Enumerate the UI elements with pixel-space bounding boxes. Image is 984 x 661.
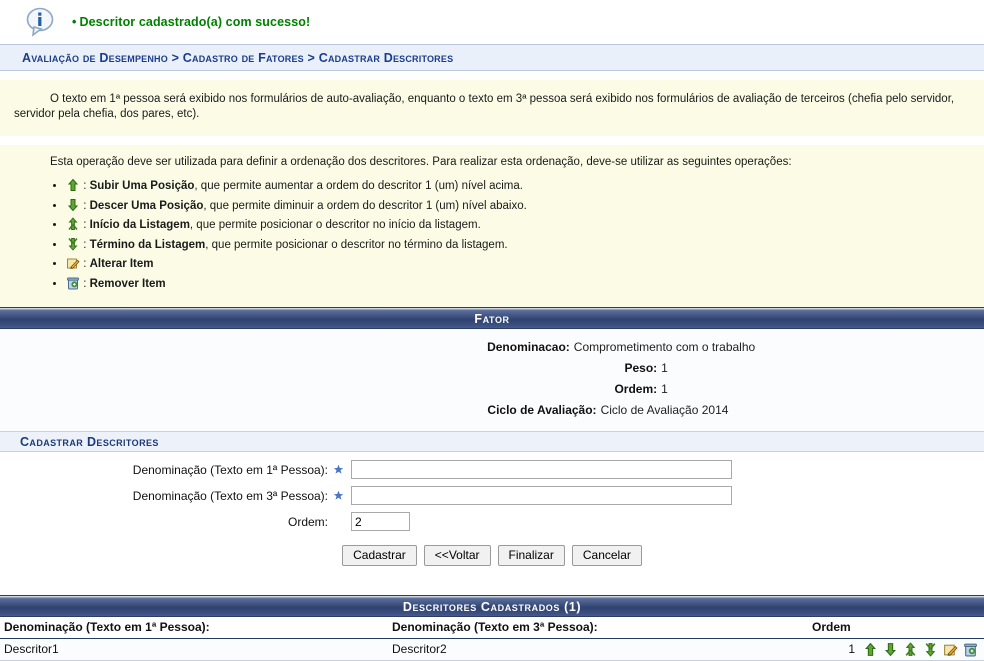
arrow-up-icon	[66, 178, 80, 192]
section-gap	[0, 581, 984, 595]
legend-desc-3: , que permite posicionar o descritor no …	[189, 219, 481, 231]
legend-item-remover: : Remover Item	[66, 276, 970, 292]
listing-panel-title: Descritores Cadastrados (1)	[0, 595, 984, 617]
legend-item-termino: : Término da Listagem, que permite posic…	[66, 237, 970, 253]
legend-name-2: Descer Uma Posição	[89, 199, 204, 212]
info-note-ordering: Esta operação deve ser utilizada para de…	[0, 145, 984, 307]
form-row-ordem: Ordem:	[0, 512, 984, 531]
success-message-bar: • Descritor cadastrado(a) com sucesso!	[0, 0, 984, 44]
breadcrumb-text: Avaliação de Desempenho > Cadastro de Fa…	[22, 50, 454, 65]
factor-details: Denominacao: Comprometimento com o traba…	[0, 329, 984, 431]
column-header-third-person: Denominação (Texto em 3ª Pessoa):	[388, 617, 808, 639]
descriptors-table: Denominação (Texto em 1ª Pessoa): Denomi…	[0, 617, 984, 661]
column-header-ordem: Ordem	[808, 617, 984, 639]
move-to-bottom-icon[interactable]	[923, 642, 938, 657]
factor-value-peso: 1	[661, 361, 668, 375]
row-actions: 1	[848, 641, 978, 657]
factor-panel-title: Fator	[0, 307, 984, 329]
legend-item-subir: : Subir Uma Posição, que permite aumenta…	[66, 178, 970, 194]
factor-label-ordem: Ordem:	[614, 382, 658, 396]
cancelar-button[interactable]: Cancelar	[571, 545, 642, 566]
form-subtitle: Cadastrar Descritores	[0, 431, 984, 452]
listing-panel: Descritores Cadastrados (1) Denominação …	[0, 595, 984, 661]
move-to-top-icon[interactable]	[903, 641, 918, 657]
legend-list: : Subir Uma Posição, que permite aumenta…	[14, 178, 970, 292]
factor-row-ordem: Ordem: 1	[0, 379, 984, 400]
voltar-button[interactable]: <<Voltar	[423, 545, 491, 566]
factor-row-denominacao: Denominacao: Comprometimento com o traba…	[0, 337, 984, 358]
factor-label-denominacao: Denominacao:	[487, 340, 570, 354]
label-first-person: Denominação (Texto em 1ª Pessoa):	[132, 462, 328, 477]
column-header-first-person: Denominação (Texto em 1ª Pessoa):	[0, 617, 388, 639]
legend-desc-2: , que permite diminuir a ordem do descri…	[203, 199, 527, 212]
success-message-text: • Descritor cadastrado(a) com sucesso!	[72, 15, 310, 29]
cell-ordem-actions: 1	[808, 638, 984, 661]
factor-row-peso: Peso: 1	[0, 358, 984, 379]
info-note-first-text: O texto em 1ª pessoa será exibido nos fo…	[14, 93, 955, 120]
legend-desc-4: , que permite posicionar o descritor no …	[205, 238, 508, 251]
required-star-icon	[333, 490, 344, 501]
factor-row-ciclo: Ciclo de Avaliação: Ciclo de Avaliação 2…	[0, 400, 984, 421]
ordem-input[interactable]	[351, 512, 410, 531]
edit-pencil-icon[interactable]	[943, 642, 958, 657]
legend-name-3: Início da Listagem	[89, 219, 190, 231]
factor-value-ciclo: Ciclo de Avaliação 2014	[600, 403, 729, 417]
cell-third-person: Descritor2	[388, 638, 808, 661]
required-star-icon	[333, 464, 344, 475]
form-row-first-person: Denominação (Texto em 1ª Pessoa):	[0, 460, 984, 479]
breadcrumb[interactable]: Avaliação de Desempenho > Cadastro de Fa…	[0, 44, 984, 71]
factor-label-peso: Peso:	[624, 361, 658, 375]
legend-name-5: Alterar Item	[89, 258, 154, 270]
factor-value-ordem: 1	[661, 382, 668, 396]
message-label: Descritor cadastrado(a) com sucesso!	[79, 15, 311, 29]
move-to-top-icon	[66, 217, 80, 231]
legend-desc-1: , que permite aumentar a ordem do descri…	[194, 180, 523, 192]
form-row-third-person: Denominação (Texto em 3ª Pessoa):	[0, 486, 984, 505]
legend-item-inicio: : Início da Listagem, que permite posici…	[66, 217, 970, 233]
arrow-down-icon	[66, 198, 80, 212]
edit-pencil-icon	[66, 256, 80, 270]
message-bullet: •	[72, 15, 77, 29]
info-note-ordering-intro: Esta operação deve ser utilizada para de…	[50, 156, 792, 168]
label-third-person: Denominação (Texto em 3ª Pessoa):	[132, 488, 328, 503]
finalizar-button[interactable]: Finalizar	[497, 545, 565, 566]
legend-name-1: Subir Uma Posição	[89, 180, 195, 192]
factor-panel: Fator Denominacao: Comprometimento com o…	[0, 307, 984, 581]
descriptor-form: Denominação (Texto em 1ª Pessoa): Denomi…	[0, 452, 984, 581]
trash-can-icon	[66, 276, 80, 290]
info-note-first-person: O texto em 1ª pessoa será exibido nos fo…	[0, 80, 984, 136]
arrow-down-icon[interactable]	[883, 642, 898, 657]
label-ordem: Ordem:	[287, 514, 328, 529]
first-person-input[interactable]	[351, 460, 732, 479]
legend-item-descer: : Descer Uma Posição, que permite diminu…	[66, 198, 970, 214]
factor-label-ciclo: Ciclo de Avaliação:	[487, 403, 597, 417]
cadastrar-button[interactable]: Cadastrar	[342, 545, 417, 566]
arrow-up-icon[interactable]	[863, 642, 878, 657]
cell-first-person: Descritor1	[0, 638, 388, 661]
move-to-bottom-icon	[66, 237, 80, 251]
third-person-input[interactable]	[351, 486, 732, 505]
table-row: Descritor1 Descritor2 1	[0, 638, 984, 661]
trash-can-icon[interactable]	[963, 642, 978, 657]
legend-name-4: Término da Listagem	[89, 238, 206, 251]
factor-value-denominacao: Comprometimento com o trabalho	[573, 340, 756, 354]
cell-ordem-value: 1	[848, 642, 855, 656]
legend-name-6: Remover Item	[89, 277, 166, 290]
info-speech-bubble-icon	[24, 5, 58, 39]
table-header-row: Denominação (Texto em 1ª Pessoa): Denomi…	[0, 617, 984, 639]
form-button-row: Cadastrar <<Voltar Finalizar Cancelar	[0, 538, 984, 575]
legend-item-alterar: : Alterar Item	[66, 256, 970, 272]
